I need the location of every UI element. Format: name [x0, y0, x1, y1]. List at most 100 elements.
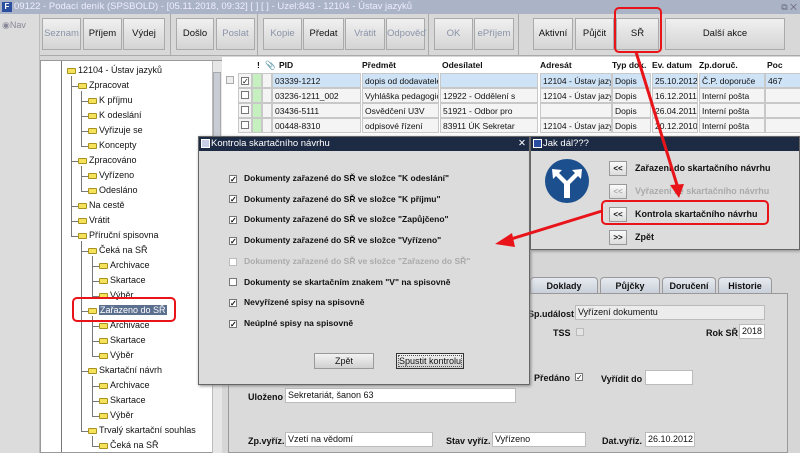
- tree-item[interactable]: Čeká na SŘ: [99, 439, 159, 452]
- tree-line: [61, 61, 62, 452]
- toolbar-button-vr-tit[interactable]: Vrátit: [345, 18, 385, 50]
- grid-header-6[interactable]: Typ dok.: [612, 60, 646, 70]
- sp-udalost-field[interactable]: Vyřízení dokumentu: [575, 305, 765, 320]
- grid-header-9[interactable]: Poc: [767, 60, 783, 70]
- tab-doklady[interactable]: Doklady: [530, 277, 598, 294]
- toolbar-button-poslat[interactable]: Poslat: [216, 18, 255, 50]
- tree-item[interactable]: Skartační návrh: [88, 364, 162, 377]
- check-option[interactable]: ✓ Nevyřízené spisy na spisovně: [229, 297, 364, 307]
- jak-option-label[interactable]: Zpět: [635, 230, 654, 245]
- toolbar-button-p-edat[interactable]: Předat: [303, 18, 344, 50]
- ulozeno-field[interactable]: Sekretariát, šanon 63: [285, 388, 516, 403]
- jak-option-button[interactable]: <<: [609, 161, 627, 176]
- tree-line: [92, 446, 99, 447]
- tss-checkbox[interactable]: [576, 328, 584, 336]
- check-option[interactable]: ✓ Dokumenty zařazené do SŘ ve složce "K o…: [229, 173, 449, 183]
- tree-item[interactable]: Odesláno: [88, 184, 138, 197]
- grid-header-7[interactable]: Ev. datum: [652, 60, 692, 70]
- tree-item-label: Skartace: [110, 395, 146, 405]
- checkbox[interactable]: ✓: [229, 319, 237, 328]
- tree-item[interactable]: Čeká na SŘ: [88, 244, 148, 257]
- grid-header-0[interactable]: !: [257, 60, 260, 70]
- jak-option-button[interactable]: >>: [609, 230, 627, 245]
- spustit-kontrolu-button[interactable]: Spustit kontrolu: [396, 353, 464, 369]
- tree-item[interactable]: Archivace: [99, 379, 150, 392]
- zpet-button[interactable]: Zpět: [314, 353, 374, 369]
- scroll-up-icon[interactable]: [226, 76, 234, 84]
- check-option[interactable]: ✓ Dokumenty zařazené do SŘ ve složce "K p…: [229, 194, 441, 204]
- tree-item[interactable]: Výběr: [99, 349, 134, 362]
- close-icon[interactable]: ✕: [518, 137, 526, 151]
- tree-item[interactable]: K příjmu: [88, 94, 133, 107]
- row-checkbox-cell[interactable]: [238, 88, 252, 103]
- tree-item[interactable]: Na cestě: [78, 199, 125, 212]
- predano-checkbox[interactable]: ✓: [575, 373, 583, 382]
- toolbar-button-kopie[interactable]: Kopie: [263, 18, 302, 50]
- tree-item[interactable]: Zpracováno: [78, 154, 137, 167]
- row-checkbox-cell[interactable]: [238, 118, 252, 133]
- checkbox[interactable]: ✓: [229, 298, 237, 307]
- tree-item[interactable]: Zpracovat: [78, 79, 129, 92]
- table-row[interactable]: 03436-5111 Osvědčení U3V 51921 - Odbor pro…: [222, 103, 800, 118]
- tree-item[interactable]: Vrátit: [78, 214, 110, 227]
- toolbar-button-ep-jem[interactable]: ePříjem: [474, 18, 514, 50]
- toolbar-button-v-dej[interactable]: Výdej: [123, 18, 165, 50]
- jak-option-label[interactable]: Zařazení do skartačního návrhu: [635, 161, 771, 176]
- cell-poc: [765, 103, 800, 118]
- tree-item[interactable]: Skartace: [99, 394, 146, 407]
- tab-historie[interactable]: Historie: [718, 277, 772, 294]
- table-row[interactable]: 03236-1211_002Vyhláška pedagogické12922 …: [222, 88, 800, 103]
- tree-item[interactable]: Koncepty: [88, 139, 137, 152]
- tree-item[interactable]: 12104 - Ústav jazyků: [67, 64, 162, 77]
- dat-vyriz-field[interactable]: 26.10.2012: [645, 432, 695, 447]
- tree-item[interactable]: Vyřízeno: [88, 169, 134, 182]
- check-option[interactable]: ✓ Dokumenty zařazené do SŘ ve složce "Vyř…: [229, 235, 441, 245]
- toolbar-button-aktivn-[interactable]: Aktivní: [533, 18, 573, 50]
- tree-item[interactable]: Příruční spisovna: [78, 229, 159, 242]
- grid-header-1[interactable]: 📎: [265, 60, 276, 71]
- stav-vyriz-field[interactable]: Vyřízeno: [492, 432, 586, 447]
- checkbox[interactable]: ✓: [229, 236, 237, 245]
- tree-item[interactable]: Archivace: [99, 259, 150, 272]
- checkbox[interactable]: [229, 278, 237, 287]
- grid-header-5[interactable]: Adresát: [540, 60, 572, 70]
- toolbar-button-p-j-it[interactable]: Půjčit: [575, 18, 614, 50]
- tree-item[interactable]: K odeslání: [88, 109, 142, 122]
- grid-header-3[interactable]: Předmět: [362, 60, 396, 70]
- grid-header-2[interactable]: PID: [279, 60, 293, 70]
- table-row[interactable]: 00448-8310 odpisové řízení 83911 ÚK Sekret…: [222, 118, 800, 133]
- zp-vyriz-field[interactable]: Vzetí na vědomí: [285, 432, 433, 447]
- vyridit-do-field[interactable]: [645, 370, 693, 385]
- toolbar-button-seznam[interactable]: Seznam: [42, 18, 81, 50]
- nav-toggle[interactable]: ◉Nav: [2, 20, 26, 31]
- toolbar-button-ok[interactable]: OK: [434, 18, 473, 50]
- tree-item[interactable]: Skartace: [99, 274, 146, 287]
- grid-header-8[interactable]: Zp.doruč.: [699, 60, 738, 70]
- tab-doruceni[interactable]: Doručení: [662, 277, 716, 294]
- toolbar-button-odpov-[interactable]: Odpověď: [386, 18, 426, 50]
- checkbox[interactable]: ✓: [229, 195, 237, 204]
- checkbox[interactable]: ✓: [229, 216, 237, 225]
- row-checkbox[interactable]: [241, 91, 249, 99]
- check-option[interactable]: Dokumenty se skartačním znakem "V" na sp…: [229, 277, 450, 287]
- tree-item[interactable]: Výběr: [99, 409, 134, 422]
- row-checkbox[interactable]: [241, 106, 249, 114]
- row-checkbox[interactable]: [241, 121, 249, 129]
- window-controls[interactable]: ⧉ ✕: [781, 0, 797, 14]
- grid-header-4[interactable]: Odesílatel: [442, 60, 483, 70]
- tree-item[interactable]: Trvalý skartační souhlas: [88, 424, 196, 437]
- tree-item[interactable]: Skartace: [99, 334, 146, 347]
- row-checkbox-cell[interactable]: [238, 103, 252, 118]
- tree-item[interactable]: Vyřizuje se: [88, 124, 143, 137]
- check-option[interactable]: ✓ Neúplné spisy na spisovně: [229, 318, 353, 328]
- row-checkbox[interactable]: ✓: [241, 77, 249, 86]
- toolbar-button-p-jem[interactable]: Příjem: [83, 18, 122, 50]
- tab-pujcky[interactable]: Půjčky: [600, 277, 660, 294]
- check-option[interactable]: ✓ Dokumenty zařazené do SŘ ve složce "Zap…: [229, 214, 449, 225]
- toolbar-button-dal-akce[interactable]: Další akce: [665, 18, 785, 50]
- rok-sr-field[interactable]: 2018: [739, 324, 765, 339]
- row-checkbox-cell[interactable]: ✓: [238, 73, 252, 88]
- table-row[interactable]: ✓ 03339-1212 dopis od dodavatele 12104 - Ús…: [222, 73, 800, 88]
- toolbar-button-do-lo[interactable]: Došlo: [176, 18, 214, 50]
- checkbox[interactable]: ✓: [229, 174, 237, 183]
